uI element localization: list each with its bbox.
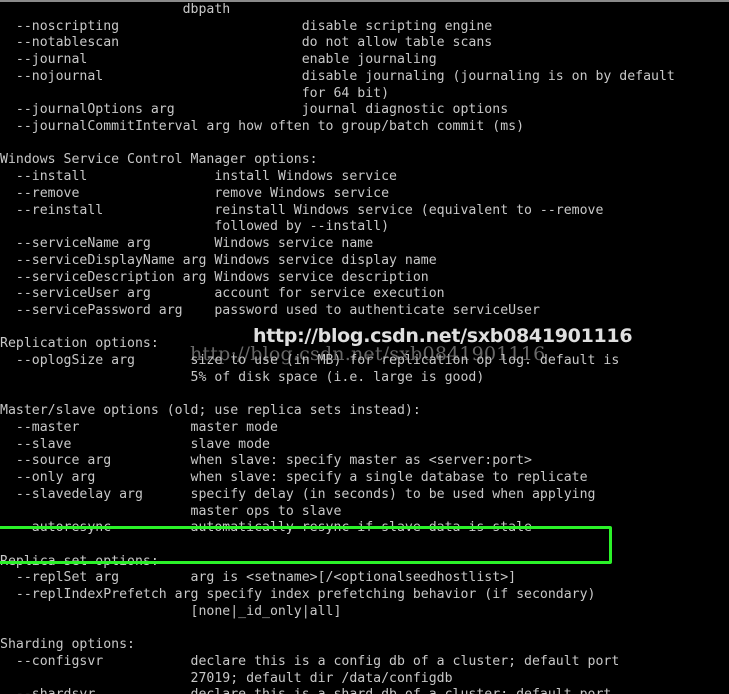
terminal-line: --source arg when slave: specify master … [0, 453, 532, 469]
terminal-line: 5% of disk space (i.e. large is good) [0, 369, 485, 385]
terminal-line: --serviceDisplayName arg Windows service… [0, 252, 437, 268]
terminal-line: --configsvr declare this is a config db … [0, 654, 620, 670]
terminal-line: [none|_id_only|all] [0, 603, 342, 619]
terminal-line: --serviceDescription arg Windows service… [0, 269, 429, 285]
terminal-line: for 64 bit) [0, 85, 390, 101]
terminal-window: dbpath --noscripting disable scripting e… [0, 0, 729, 694]
terminal-line: --nojournal disable journaling (journali… [0, 68, 675, 84]
terminal-line: --remove remove Windows service [0, 185, 390, 201]
terminal-line: --replSet arg arg is <setname>[/<optiona… [0, 570, 517, 586]
terminal-line: dbpath [0, 2, 231, 17]
terminal-line: --servicePassword arg password used to a… [0, 302, 540, 318]
terminal-line: Replica set options: [0, 553, 159, 569]
terminal-line: --slavedelay arg specify delay (in secon… [0, 486, 596, 502]
terminal-line: --shardsvr declare this is a shard db of… [0, 687, 729, 694]
terminal-line: --journalCommitInterval arg how often to… [0, 119, 525, 135]
terminal-line: --oplogSize arg size to use (in MB) for … [0, 353, 620, 369]
terminal-line: --master master mode [0, 419, 278, 435]
terminal-line: --slave slave mode [0, 436, 270, 452]
terminal-line: Replication options: [0, 336, 159, 352]
terminal-line: --install install Windows service [0, 169, 397, 185]
terminal-line: followed by --install) [0, 219, 390, 235]
terminal-line: Sharding options: [0, 637, 135, 653]
terminal-line: Master/slave options (old; use replica s… [0, 403, 421, 419]
terminal-line: --journal enable journaling [0, 52, 437, 68]
terminal-line: --reinstall reinstall Windows service (e… [0, 202, 604, 218]
terminal-line: master ops to slave [0, 503, 342, 519]
terminal-line: --serviceUser arg account for service ex… [0, 286, 445, 302]
terminal-line: Windows Service Control Manager options: [0, 152, 318, 168]
terminal-line: --replIndexPrefetch arg specify index pr… [0, 587, 596, 603]
terminal-line: --autoresync automatically resync if sla… [0, 520, 532, 536]
terminal-line: --journalOptions arg journal diagnostic … [0, 102, 509, 118]
terminal-line: 27019; default dir /data/configdb [0, 670, 453, 686]
terminal-line: --only arg when slave: specify a single … [0, 470, 588, 486]
terminal-line: --noscripting disable scripting engine [0, 18, 493, 34]
terminal-line: --serviceName arg Windows service name [0, 236, 374, 252]
terminal-line: --notablescan do not allow table scans [0, 35, 493, 51]
terminal-output: dbpath --noscripting disable scripting e… [0, 2, 729, 694]
